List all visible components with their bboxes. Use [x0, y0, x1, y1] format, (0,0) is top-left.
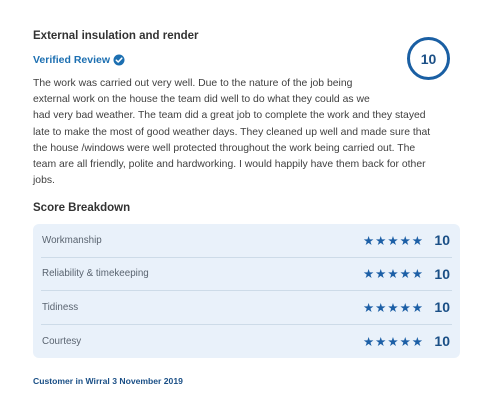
review-line: had very bad weather. The team did a gre…	[33, 110, 426, 122]
breakdown-score: 10	[434, 232, 450, 249]
breakdown-score: 10	[434, 333, 450, 350]
review-line: the house /windows were well protected t…	[33, 142, 416, 154]
review-line: external work on the house the team did …	[33, 94, 370, 106]
review-line: jobs.	[33, 175, 55, 187]
breakdown-label: Tidiness	[42, 301, 79, 313]
score-breakdown-heading: Score Breakdown	[33, 202, 131, 214]
breakdown-label: Workmanship	[42, 234, 102, 246]
breakdown-row-courtesy: Courtesy ★★★★★ 10	[41, 325, 452, 359]
breakdown-row-workmanship: Workmanship ★★★★★ 10	[41, 224, 452, 258]
review-line: late to make the most of good weather da…	[33, 126, 431, 138]
check-badge-icon	[113, 54, 125, 66]
overall-score-circle: 10	[407, 37, 450, 80]
star-icon: ★★★★★	[362, 233, 424, 248]
breakdown-label: Courtesy	[42, 335, 82, 347]
review-line: team are all friendly, polite and hardwo…	[33, 159, 426, 171]
breakdown-row-reliability: Reliability & timekeeping ★★★★★ 10	[41, 258, 452, 291]
breakdown-score: 10	[434, 299, 450, 316]
review-body: The work was carried out very well. Due …	[33, 76, 453, 189]
breakdown-rating: ★★★★★ 10	[363, 299, 450, 315]
score-breakdown-table: Workmanship ★★★★★ 10 Reliability & timek…	[33, 224, 460, 358]
star-icon: ★★★★★	[362, 300, 424, 315]
breakdown-rating: ★★★★★ 10	[363, 232, 450, 248]
review-title: External insulation and render	[33, 30, 199, 42]
breakdown-rating: ★★★★★ 10	[363, 266, 450, 282]
verified-review-label: Verified Review	[33, 54, 111, 66]
breakdown-score: 10	[434, 265, 450, 282]
breakdown-rating: ★★★★★ 10	[363, 333, 450, 349]
review-customer-date: Customer in Wirral 3 November 2019	[33, 376, 183, 386]
star-icon: ★★★★★	[362, 334, 424, 349]
review-line: The work was carried out very well. Due …	[33, 78, 353, 89]
verified-review-badge: Verified Review	[33, 54, 125, 66]
review-card: External insulation and render Verified …	[0, 0, 480, 418]
breakdown-row-tidiness: Tidiness ★★★★★ 10	[41, 291, 452, 325]
star-icon: ★★★★★	[362, 267, 424, 282]
breakdown-label: Reliability & timekeeping	[42, 268, 149, 280]
